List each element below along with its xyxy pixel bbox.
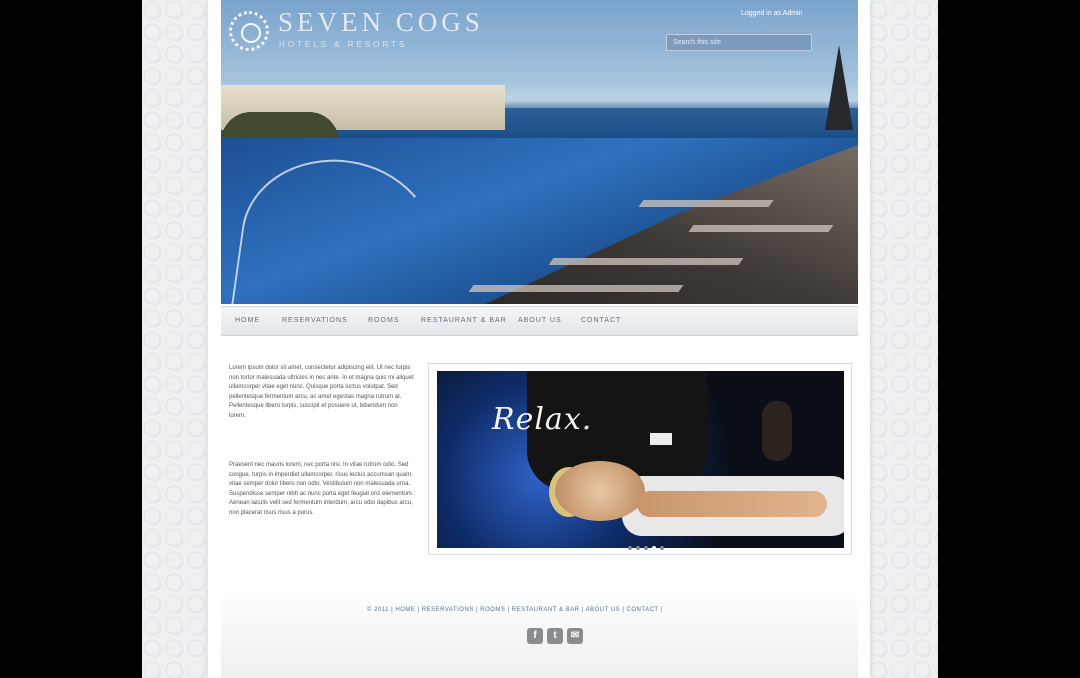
left-letterbox (0, 0, 142, 678)
brand-subtitle: HOTELS & RESORTS (279, 40, 408, 49)
slide-vase (762, 401, 792, 461)
hero-lounger (468, 285, 684, 292)
intro-paragraph: Lorem ipsum dolor sit amet, consectetur … (229, 365, 414, 419)
nav-item-reservations[interactable]: RESERVATIONS (282, 317, 348, 324)
second-paragraph: Praesent nec mauris lorem, nec porta nis… (229, 462, 414, 516)
login-status-link[interactable]: Logged in as Admin (741, 10, 803, 17)
spa-slide-image[interactable] (437, 371, 844, 548)
footer-links[interactable]: © 2011 | HOME | RESERVATIONS | ROOMS | R… (367, 607, 663, 613)
slide-face (555, 461, 645, 521)
nav-item-about-us[interactable]: ABOUT US (518, 317, 562, 324)
right-letterbox (938, 0, 1080, 678)
slider-dot[interactable] (628, 546, 632, 550)
hero-umbrella (825, 45, 853, 130)
slider-pagination (628, 537, 668, 555)
nav-item-contact[interactable]: CONTACT (581, 317, 621, 324)
slide-name-badge (650, 433, 672, 445)
slide-arm (637, 491, 827, 517)
slider-dot[interactable] (636, 546, 640, 550)
facebook-icon[interactable]: f (527, 628, 543, 644)
nav-item-rooms[interactable]: ROOMS (368, 317, 399, 324)
nav-item-home[interactable]: HOME (235, 317, 260, 324)
main-nav: HOME RESERVATIONS ROOMS RESTAURANT & BAR… (221, 306, 858, 336)
logo-icon[interactable] (229, 11, 269, 51)
hero-lounger (688, 225, 834, 232)
slider-dot[interactable] (660, 546, 664, 550)
hero-lounger (638, 200, 774, 207)
slider-dot-active[interactable] (652, 546, 656, 550)
slide-caption: Relax. (492, 402, 593, 437)
hero-lounger (548, 258, 744, 265)
twitter-icon[interactable]: t (547, 628, 563, 644)
email-icon[interactable]: ✉ (567, 628, 583, 644)
brand-title[interactable]: SEVEN COGS (278, 8, 484, 36)
slider-dot[interactable] (644, 546, 648, 550)
search-input[interactable]: Search this site (666, 34, 812, 51)
nav-item-restaurant-bar[interactable]: RESTAURANT & BAR (421, 317, 507, 324)
